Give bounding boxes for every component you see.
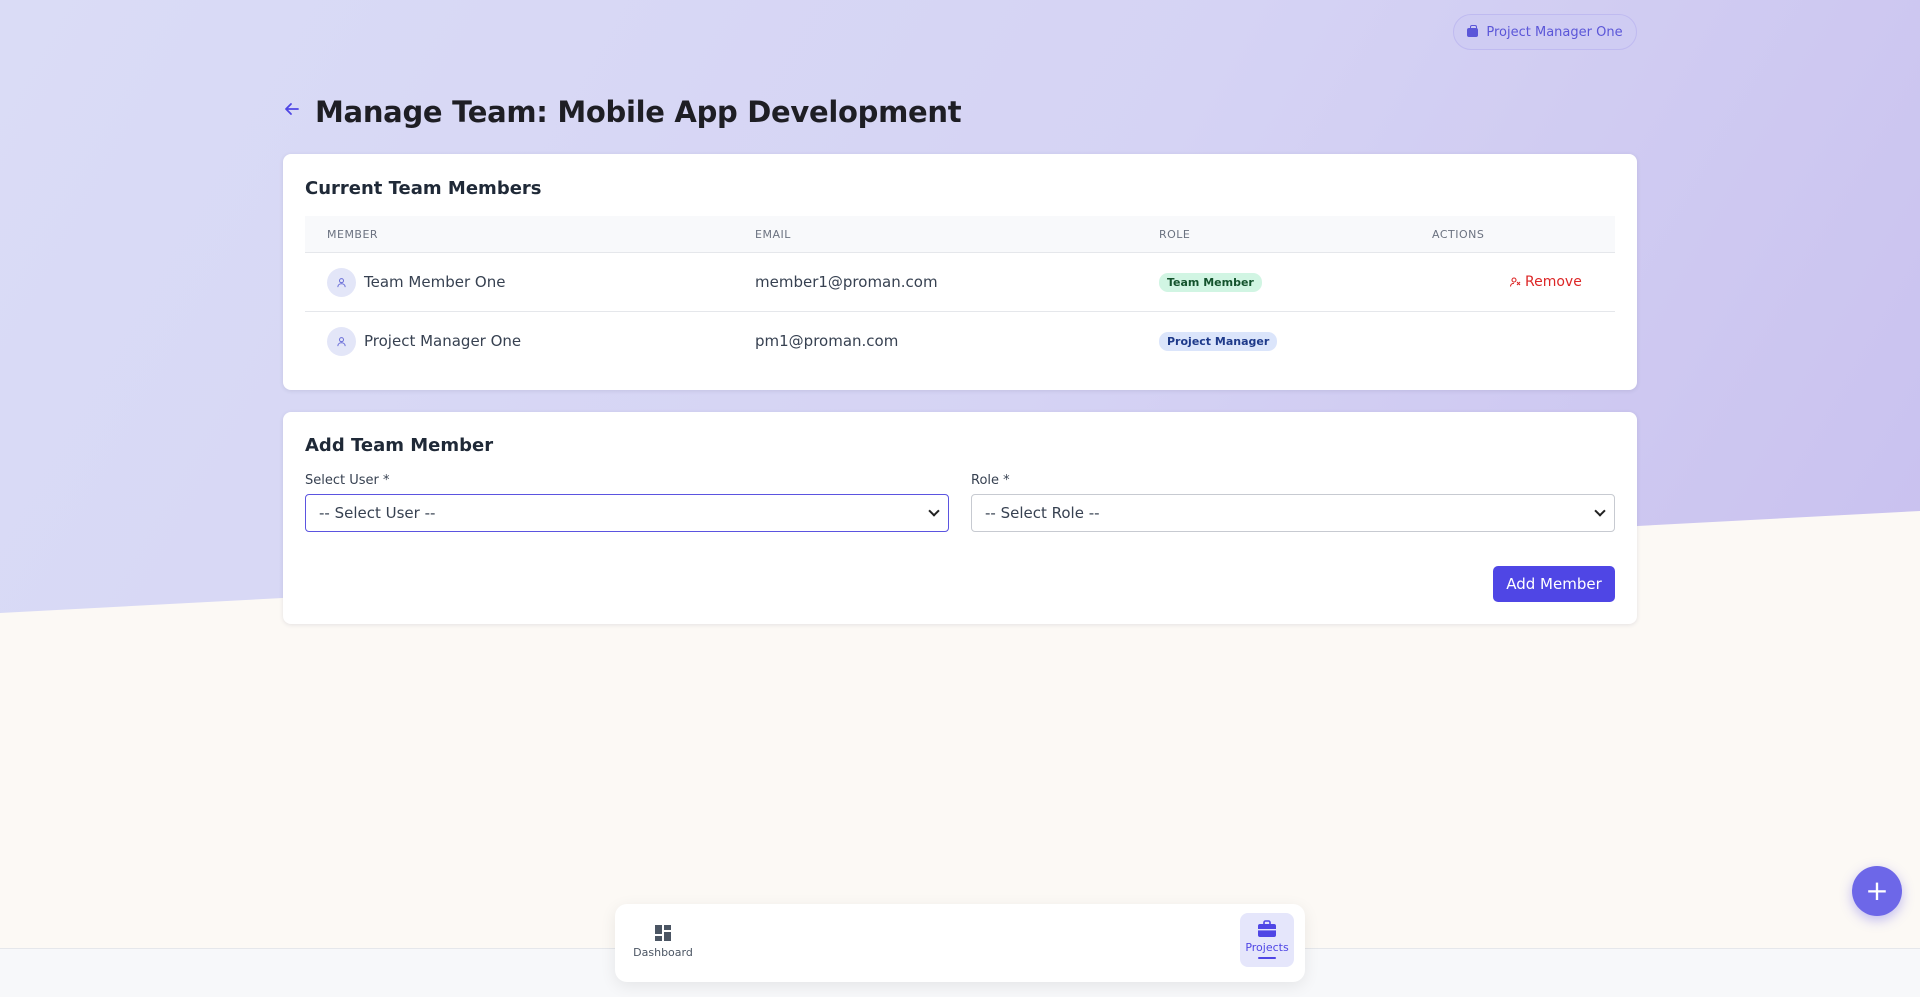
- role-badge: Team Member: [1159, 272, 1262, 292]
- add-member-button[interactable]: Add Member: [1493, 566, 1615, 602]
- nav-item-projects[interactable]: Projects: [1240, 913, 1294, 967]
- nav-label: Dashboard: [633, 946, 693, 959]
- chevron-down-icon: [928, 505, 940, 517]
- current-members-card: Current Team Members MEMBER EMAIL ROLE A…: [283, 154, 1637, 390]
- page-title: Manage Team: Mobile App Development: [315, 95, 962, 129]
- column-header-actions: ACTIONS: [1432, 227, 1485, 241]
- select-user-value: -- Select User --: [319, 504, 436, 522]
- chevron-down-icon: [1594, 505, 1606, 517]
- remove-label: Remove: [1525, 274, 1582, 290]
- briefcase-icon: [1258, 920, 1276, 937]
- role-label: Role *: [971, 473, 1010, 488]
- column-header-email: EMAIL: [755, 227, 791, 241]
- select-role-dropdown[interactable]: -- Select Role --: [971, 494, 1615, 532]
- add-member-card: Add Team Member Select User * -- Select …: [283, 412, 1637, 624]
- table-header: MEMBER EMAIL ROLE ACTIONS: [305, 216, 1615, 252]
- member-cell: Team Member One: [327, 253, 505, 311]
- nav-item-dashboard[interactable]: Dashboard: [633, 924, 693, 959]
- back-arrow-icon[interactable]: [283, 100, 301, 118]
- column-header-member: MEMBER: [327, 227, 379, 241]
- user-remove-icon: [1509, 277, 1521, 287]
- member-name: Team Member One: [364, 273, 506, 291]
- member-name: Project Manager One: [364, 332, 522, 350]
- user-avatar-icon: [327, 326, 356, 356]
- nav-label: Projects: [1245, 941, 1289, 954]
- bottom-navigation: Dashboard Projects: [615, 904, 1305, 982]
- select-role-value: -- Select Role --: [985, 504, 1100, 522]
- user-avatar-icon: [327, 267, 356, 297]
- actions-cell: Remove: [1509, 253, 1582, 311]
- user-menu-chip[interactable]: Project Manager One: [1453, 14, 1637, 50]
- card-title: Add Team Member: [305, 435, 494, 456]
- active-indicator: [1258, 957, 1276, 959]
- column-header-role: ROLE: [1159, 227, 1191, 241]
- role-badge: Project Manager: [1159, 331, 1278, 351]
- user-chip-label: Project Manager One: [1486, 24, 1623, 40]
- role-cell: Project Manager: [1159, 312, 1278, 370]
- member-cell: Project Manager One: [327, 312, 521, 370]
- table-row: Team Member One member1@proman.com Team …: [305, 252, 1615, 311]
- select-user-dropdown[interactable]: -- Select User --: [305, 494, 949, 532]
- add-fab-button[interactable]: +: [1852, 866, 1902, 916]
- card-title: Current Team Members: [305, 178, 542, 199]
- remove-member-button[interactable]: Remove: [1509, 274, 1582, 290]
- grid-icon: [655, 925, 671, 941]
- members-table: MEMBER EMAIL ROLE ACTIONS Team Member On…: [305, 216, 1615, 370]
- role-cell: Team Member: [1159, 253, 1262, 311]
- member-email: member1@proman.com: [755, 273, 938, 291]
- select-user-label: Select User *: [305, 473, 390, 488]
- briefcase-icon: [1467, 24, 1479, 37]
- table-row: Project Manager One pm1@proman.com Proje…: [305, 311, 1615, 370]
- member-email: pm1@proman.com: [755, 332, 899, 350]
